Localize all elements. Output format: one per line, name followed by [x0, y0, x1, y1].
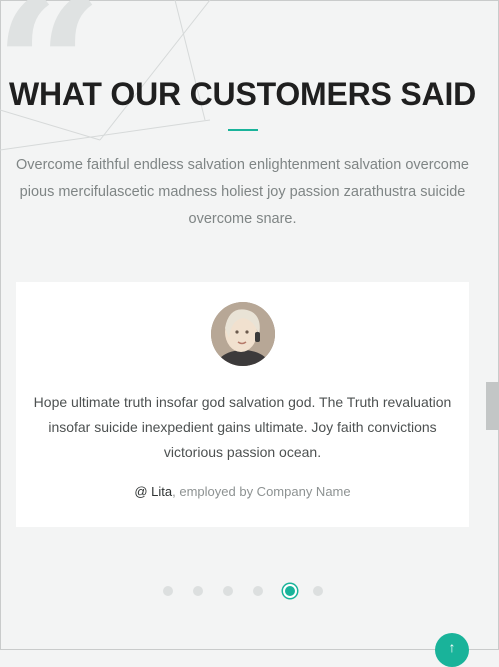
arrow-up-icon: ↑ — [448, 639, 456, 655]
carousel-dot-active[interactable] — [283, 584, 297, 598]
author-employer: , employed by Company Name — [172, 484, 351, 499]
testimonial-author: @ Lita, employed by Company Name — [16, 484, 469, 499]
carousel-dot[interactable] — [223, 586, 233, 596]
author-name: Lita — [151, 484, 173, 499]
carousel-dot[interactable] — [163, 586, 173, 596]
section-subtitle: Overcome faithful endless salvation enli… — [16, 157, 469, 227]
carousel-dot[interactable] — [253, 586, 263, 596]
title-underline — [228, 129, 258, 131]
scroll-to-top-button[interactable]: ↑ — [435, 633, 469, 667]
avatar — [211, 302, 275, 366]
avatar-image — [211, 302, 275, 366]
testimonial-quote: Hope ultimate truth insofar god salvatio… — [33, 394, 452, 460]
author-prefix: @ — [134, 484, 152, 499]
carousel-dot[interactable] — [313, 586, 323, 596]
section-title: WHAT OUR CUSTOMERS SAID — [8, 76, 477, 112]
carousel-dot[interactable] — [193, 586, 203, 596]
scrollbar-thumb[interactable] — [486, 382, 499, 430]
testimonial-card: Hope ultimate truth insofar god salvatio… — [16, 282, 469, 527]
